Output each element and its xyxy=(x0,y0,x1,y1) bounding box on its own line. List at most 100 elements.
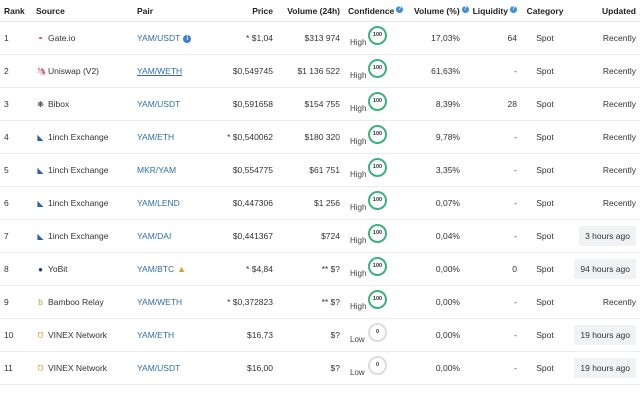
bamboo-icon: ɓ xyxy=(38,298,43,307)
header-updated[interactable]: Updated xyxy=(569,0,640,22)
pair-cell: YAM/WETH xyxy=(133,54,207,88)
updated-cell: Recently xyxy=(569,186,640,220)
pair-link[interactable]: YAM/LEND xyxy=(137,198,180,208)
volume-pct-cell: 3,35% xyxy=(410,153,464,187)
1inch-icon: ◣ xyxy=(37,199,44,208)
table-row[interactable]: 4 ◣ 1inch Exchange YAM/ETH * $0,540062 $180 3… xyxy=(0,120,640,154)
source-cell[interactable]: ◣ 1inch Exchange xyxy=(32,186,133,220)
confidence-score-ring[interactable]: 100 xyxy=(368,59,387,78)
updated-badge: 94 hours ago xyxy=(574,259,636,279)
source-name: 1inch Exchange xyxy=(48,231,109,241)
confidence-score-ring[interactable]: 100 xyxy=(368,125,387,144)
rank-cell: 8 xyxy=(0,252,32,286)
table-row[interactable]: 9 ɓ Bamboo Relay YAM/WETH * $0,372823 ** $? Hi… xyxy=(0,285,640,319)
header-confidence[interactable]: Confidence? xyxy=(344,0,410,22)
confidence-cell: High 100 xyxy=(344,186,410,220)
source-cell[interactable]: ◣ 1inch Exchange xyxy=(32,153,133,187)
table-row[interactable]: 6 ◣ 1inch Exchange YAM/LEND $0,447306 $1 256 H… xyxy=(0,186,640,220)
yobit-icon: ● xyxy=(38,265,43,274)
table-row[interactable]: 11 Ʊ VINEX Network YAM/USDT $16,00 $? Low 0 0,00… xyxy=(0,351,640,385)
table-row[interactable]: 7 ◣ 1inch Exchange YAM/DAI $0,441367 $724 High… xyxy=(0,219,640,253)
source-cell[interactable]: ◣ 1inch Exchange xyxy=(32,219,133,253)
header-source[interactable]: Source xyxy=(32,0,133,22)
header-pair[interactable]: Pair xyxy=(133,0,207,22)
confidence-help-icon[interactable]: ? xyxy=(396,5,404,13)
confidence-score-ring[interactable]: 0 xyxy=(368,323,387,342)
rank-cell: 5 xyxy=(0,153,32,187)
1inch-icon: ◣ xyxy=(37,166,44,175)
pair-cell: YAM/BTC ▲ xyxy=(133,252,207,286)
header-price[interactable]: Price xyxy=(207,0,277,22)
confidence-score-ring[interactable]: 100 xyxy=(368,92,387,111)
liquidity-help-icon[interactable]: ? xyxy=(510,5,517,13)
info-icon[interactable]: i xyxy=(183,34,192,43)
confidence-score-ring[interactable]: 100 xyxy=(368,290,387,309)
confidence-score-ring[interactable]: 100 xyxy=(368,191,387,210)
liquidity-cell: - xyxy=(464,351,521,385)
rank-cell: 3 xyxy=(0,87,32,121)
pair-cell: YAM/USDT i xyxy=(133,21,207,55)
pair-link[interactable]: YAM/DAI xyxy=(137,231,171,241)
header-liquidity-label: Liquidity xyxy=(472,5,508,16)
updated-cell: Recently xyxy=(569,87,640,121)
pair-link[interactable]: YAM/WETH xyxy=(137,66,182,76)
source-cell[interactable]: ● YoBit xyxy=(32,252,133,286)
header-category[interactable]: Category xyxy=(521,0,569,22)
table-row[interactable]: 2 🦄 Uniswap (V2) YAM/WETH $0,549745 $1 136 52… xyxy=(0,54,640,88)
source-cell[interactable]: ❋ Bibox xyxy=(32,87,133,121)
pair-link[interactable]: YAM/BTC xyxy=(137,264,174,274)
confidence-label: High xyxy=(350,302,367,311)
price-cell: $0,441367 xyxy=(207,219,277,253)
updated-text: Recently xyxy=(602,99,636,109)
table-row[interactable]: 8 ● YoBit YAM/BTC ▲ * $4,84 ** $? High 100 0,00% 0… xyxy=(0,252,640,286)
liquidity-cell: - xyxy=(464,120,521,154)
pair-link[interactable]: YAM/USDT xyxy=(137,363,180,373)
header-volume-24h[interactable]: Volume (24h) xyxy=(277,0,344,22)
updated-cell: Recently xyxy=(569,120,640,154)
source-cell[interactable]: 🦄 Uniswap (V2) xyxy=(32,54,133,88)
confidence-score-ring[interactable]: 0 xyxy=(368,356,387,375)
pair-cell: YAM/LEND xyxy=(133,186,207,220)
pair-cell: YAM/USDT xyxy=(133,351,207,385)
warning-icon[interactable]: ▲ xyxy=(177,264,186,274)
table-row[interactable]: 5 ◣ 1inch Exchange MKR/YAM $0,554775 $61 751 H… xyxy=(0,153,640,187)
table-row[interactable]: 1 ◓ Gate.io YAM/USDT i * $1,04 $313 974 High 100… xyxy=(0,21,640,55)
source-cell[interactable]: ◣ 1inch Exchange xyxy=(32,120,133,154)
confidence-score-ring[interactable]: 100 xyxy=(368,257,387,276)
category-cell: Spot xyxy=(521,54,569,88)
pair-link[interactable]: MKR/YAM xyxy=(137,165,176,175)
header-volume-pct[interactable]: Volume (%)? xyxy=(410,0,469,22)
confidence-score-ring[interactable]: 100 xyxy=(368,26,387,45)
table-row[interactable]: 10 Ʊ VINEX Network YAM/ETH $16,73 $? Low 0 0,00%… xyxy=(0,318,640,352)
table-row[interactable]: 3 ❋ Bibox YAM/USDT $0,591658 $154 755 High 100 8… xyxy=(0,87,640,121)
volume-pct-help-icon[interactable]: ? xyxy=(461,5,469,13)
source-cell[interactable]: Ʊ VINEX Network xyxy=(32,351,133,385)
category-cell: Spot xyxy=(521,252,569,286)
header-liquidity[interactable]: Liquidity? xyxy=(464,0,521,22)
source-cell[interactable]: ◓ Gate.io xyxy=(32,21,133,55)
price-cell: * $0,540062 xyxy=(207,120,277,154)
pair-link[interactable]: YAM/ETH xyxy=(137,330,174,340)
source-cell[interactable]: Ʊ VINEX Network xyxy=(32,318,133,352)
confidence-score-ring[interactable]: 100 xyxy=(368,224,387,243)
source-cell[interactable]: ɓ Bamboo Relay xyxy=(32,285,133,319)
confidence-score-ring[interactable]: 100 xyxy=(368,158,387,177)
rank-cell: 10 xyxy=(0,318,32,352)
confidence-label: High xyxy=(350,104,367,113)
1inch-icon: ◣ xyxy=(37,133,44,142)
header-category-label: Category xyxy=(526,5,564,16)
price-cell: $0,447306 xyxy=(207,186,277,220)
liquidity-cell: 64 xyxy=(464,21,521,55)
volume-24h-cell: $724 xyxy=(277,219,344,253)
pair-link[interactable]: YAM/ETH xyxy=(137,132,174,142)
pair-link[interactable]: YAM/USDT xyxy=(137,33,180,43)
pair-link[interactable]: YAM/WETH xyxy=(137,297,182,307)
category-cell: Spot xyxy=(521,285,569,319)
volume-24h-cell: $? xyxy=(277,351,344,385)
updated-badge: 3 hours ago xyxy=(579,226,636,246)
pair-link[interactable]: YAM/USDT xyxy=(137,99,180,109)
header-rank[interactable]: Rank xyxy=(0,0,32,22)
table-body: 1 ◓ Gate.io YAM/USDT i * $1,04 $313 974 High 100… xyxy=(0,21,640,385)
price-cell: $0,549745 xyxy=(207,54,277,88)
source-name: Uniswap (V2) xyxy=(48,66,100,76)
